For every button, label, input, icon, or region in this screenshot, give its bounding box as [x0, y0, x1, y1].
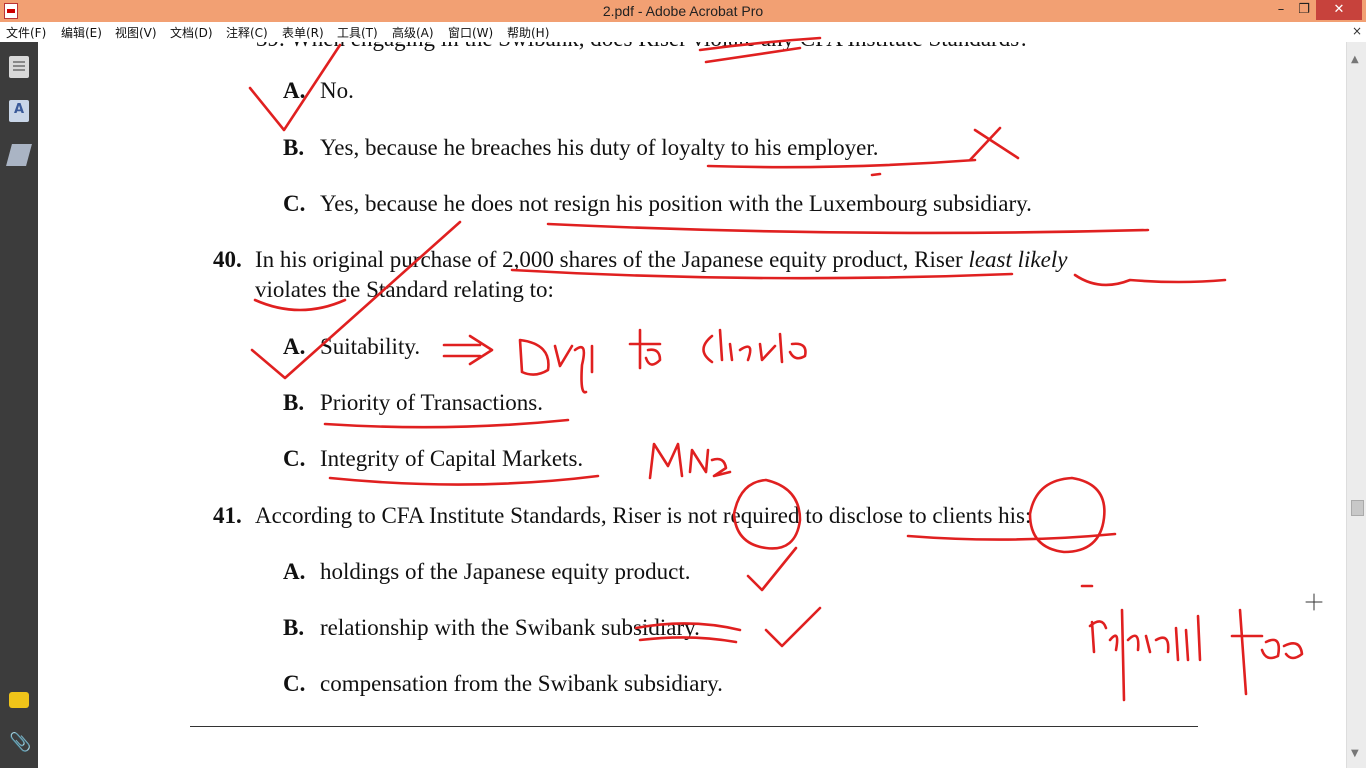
option-text: holdings of the Japanese equity product.	[320, 559, 691, 584]
stem-text: In his original purchase of 2,000 shares…	[255, 247, 969, 272]
option-text: compensation from the Swibank subsidiary…	[320, 671, 723, 696]
q41-option-c: C. compensation from the Swibank subsidia…	[283, 671, 723, 697]
pages-icon[interactable]	[9, 56, 29, 78]
option-text: relationship with the Swibank subsidiary…	[320, 615, 700, 640]
question-number: 40.	[213, 247, 242, 272]
menu-bar: 文件(F) 编辑(E) 视图(V) 文档(D) 注释(C) 表单(R) 工具(T…	[0, 22, 1366, 42]
navigation-panel: 📎	[0, 42, 38, 768]
option-text: Yes, because he breaches his duty of loy…	[320, 135, 879, 160]
scroll-up-icon[interactable]: ▲	[1351, 54, 1359, 65]
q40-option-b: B. Priority of Transactions.	[283, 390, 543, 416]
question-41-stem: 41. According to CFA Institute Standards,…	[213, 503, 1031, 529]
q41-option-a: A. holdings of the Japanese equity produc…	[283, 559, 690, 585]
document-page: 39. When engaging in the Swibank, does R…	[38, 42, 1346, 768]
option-letter: A.	[283, 334, 306, 359]
document-close-icon[interactable]: ×	[1352, 24, 1362, 38]
page-footer-rule	[190, 726, 1198, 727]
menu-advanced[interactable]: 高级(A)	[392, 24, 434, 41]
option-letter: A.	[283, 559, 306, 584]
menu-file[interactable]: 文件(F)	[6, 24, 46, 41]
title-bar: 2.pdf - Adobe Acrobat Pro – ❐ ✕	[0, 0, 1366, 22]
question-39-stem-partial: 39. When engaging in the Swibank, does R…	[256, 42, 1029, 52]
question-40-stem-line-2: violates the Standard relating to:	[255, 277, 554, 302]
menu-document[interactable]: 文档(D)	[170, 24, 213, 41]
menu-window[interactable]: 窗口(W)	[448, 24, 493, 41]
q39-option-c: C. Yes, because he does not resign his po…	[283, 191, 1032, 217]
comment-icon[interactable]	[9, 692, 29, 708]
option-text: Integrity of Capital Markets.	[320, 446, 584, 471]
option-text: No.	[320, 78, 354, 103]
option-letter: C.	[283, 446, 306, 471]
scroll-down-icon[interactable]: ▼	[1351, 748, 1359, 759]
stem-text: According to CFA Institute Standards, Ri…	[255, 503, 1032, 528]
menu-tools[interactable]: 工具(T)	[337, 24, 378, 41]
minimize-button[interactable]: –	[1270, 0, 1292, 20]
option-letter: C.	[283, 191, 306, 216]
menu-edit[interactable]: 编辑(E)	[61, 24, 102, 41]
menu-comment[interactable]: 注释(C)	[226, 24, 268, 41]
menu-view[interactable]: 视图(V)	[115, 24, 157, 41]
option-text: Priority of Transactions.	[320, 390, 543, 415]
q40-option-a: A. Suitability.	[283, 334, 420, 360]
window-title: 2.pdf - Adobe Acrobat Pro	[602, 3, 764, 19]
stem-emphasis: least likely	[968, 247, 1068, 272]
option-letter: A.	[283, 78, 306, 103]
q41-option-b: B. relationship with the Swibank subsidia…	[283, 615, 700, 641]
signature-icon[interactable]	[6, 144, 32, 166]
question-number: 41.	[213, 503, 242, 528]
restore-button[interactable]: ❐	[1293, 0, 1315, 20]
option-letter: B.	[283, 135, 305, 160]
paperclip-icon[interactable]: 📎	[9, 732, 31, 754]
q39-option-b: B. Yes, because he breaches his duty of l…	[283, 135, 879, 161]
option-letter: C.	[283, 671, 306, 696]
q40-option-c: C. Integrity of Capital Markets.	[283, 446, 583, 472]
menu-forms[interactable]: 表单(R)	[282, 24, 324, 41]
q39-option-a: A. No.	[283, 78, 354, 104]
scroll-thumb[interactable]	[1351, 500, 1364, 516]
option-letter: B.	[283, 615, 305, 640]
question-40-stem: 40. In his original purchase of 2,000 sha…	[213, 247, 1067, 273]
close-button[interactable]: ✕	[1316, 0, 1362, 20]
vertical-scrollbar[interactable]: ▲ ▼	[1346, 42, 1366, 768]
option-text: Suitability.	[320, 334, 421, 359]
menu-help[interactable]: 帮助(H)	[507, 24, 549, 41]
attachment-doc-icon[interactable]	[9, 100, 29, 122]
option-letter: B.	[283, 390, 305, 415]
option-text: Yes, because he does not resign his posi…	[320, 191, 1032, 216]
